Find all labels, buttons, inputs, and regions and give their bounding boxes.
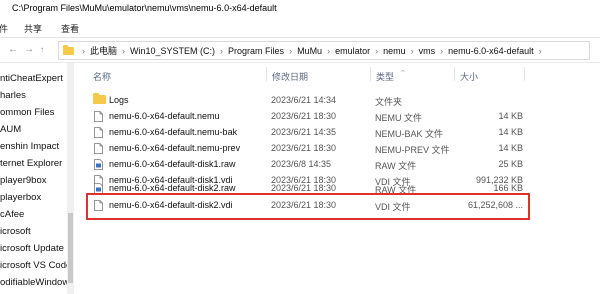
file-size: 166 KB xyxy=(493,183,523,193)
highlight-box xyxy=(86,193,530,220)
file-date: 2023/6/21 18:30 xyxy=(271,143,337,153)
navigation-bar: ← → ↑ › 此电脑 › Win10_SYSTEM (C:) › Program Fil… xyxy=(0,38,600,63)
breadcrumb-vms[interactable]: vms xyxy=(419,46,436,56)
navigation-pane: ntiCheatExpert harles ommon Files AUM en… xyxy=(0,63,68,294)
breadcrumb-mumu[interactable]: MuMu xyxy=(297,46,322,56)
tab-share[interactable]: 共享 xyxy=(24,22,42,35)
file-size: 14 KB xyxy=(498,127,523,137)
list-item[interactable]: nemu-6.0-x64-default.nemu-bak 2023/6/21 … xyxy=(93,125,523,141)
file-name: nemu-6.0-x64-default-disk2.raw xyxy=(109,183,236,193)
sort-chevron-icon: ⌃ xyxy=(400,70,406,77)
breadcrumb-this-pc[interactable]: 此电脑 xyxy=(90,46,117,56)
sidebar-item[interactable]: cAfee xyxy=(0,209,24,220)
file-type: NEMU-PREV 文件 xyxy=(375,145,450,155)
file-name: nemu-6.0-x64-default-disk1.raw xyxy=(109,159,236,169)
sidebar-item[interactable]: ntiCheatExpert xyxy=(0,73,63,84)
sidebar-item[interactable]: harles xyxy=(0,90,26,101)
column-header-date[interactable]: 修改日期 xyxy=(272,70,308,83)
file-date: 2023/6/21 14:34 xyxy=(271,95,337,105)
list-item[interactable]: nemu-6.0-x64-default-disk1.raw 2023/6/8 … xyxy=(93,157,523,173)
up-icon[interactable]: ↑ xyxy=(40,45,44,54)
file-list: ⌃ 名称 修改日期 类型 大小 Logs 2023/6/21 14:34 文件夹… xyxy=(76,63,600,294)
file-name: nemu-6.0-x64-default.nemu-bak xyxy=(109,127,238,137)
breadcrumb-c-drive[interactable]: Win10_SYSTEM (C:) xyxy=(130,46,215,56)
back-icon[interactable]: ← xyxy=(8,44,18,55)
ribbon-tabs: 件 共享 查看 xyxy=(0,18,600,38)
file-icon xyxy=(94,127,103,138)
tab-view[interactable]: 查看 xyxy=(61,22,79,35)
file-date: 2023/6/21 18:30 xyxy=(271,183,337,193)
list-item[interactable]: Logs 2023/6/21 14:34 文件夹 xyxy=(93,93,523,109)
tab-file[interactable]: 件 xyxy=(0,22,8,35)
file-type: NEMU 文件 xyxy=(375,113,422,123)
address-bar[interactable]: › 此电脑 › Win10_SYSTEM (C:) › Program Files › MuM… xyxy=(58,41,590,60)
sidebar-item[interactable]: icrosoft xyxy=(0,226,31,237)
column-header-name[interactable]: 名称 xyxy=(93,70,111,83)
file-type: 文件夹 xyxy=(375,97,403,107)
column-header-type[interactable]: 类型 xyxy=(376,70,394,83)
file-date: 2023/6/21 14:35 xyxy=(271,127,337,137)
breadcrumb-current[interactable]: nemu-6.0-x64-default xyxy=(448,46,534,56)
column-divider[interactable] xyxy=(266,67,267,81)
folder-icon xyxy=(63,45,74,55)
sidebar-item[interactable]: ommon Files xyxy=(0,107,54,118)
file-type: NEMU-BAK 文件 xyxy=(375,129,444,139)
sidebar-item[interactable]: AUM xyxy=(0,124,21,135)
title-bar: C:\Program Files\MuMu\emulator\nemu\vms\… xyxy=(0,0,600,18)
folder-icon xyxy=(93,93,106,104)
column-divider[interactable] xyxy=(524,67,525,81)
file-icon xyxy=(94,143,103,154)
breadcrumb: › 此电脑 › Win10_SYSTEM (C:) › Program Files › MuM… xyxy=(63,44,547,57)
column-divider[interactable] xyxy=(370,67,371,81)
file-type: RAW 文件 xyxy=(375,161,417,171)
file-name: nemu-6.0-x64-default.nemu-prev xyxy=(109,143,241,153)
list-item[interactable]: nemu-6.0-x64-default.nemu-prev 2023/6/21… xyxy=(93,141,523,157)
sidebar-item[interactable]: player9box xyxy=(0,175,46,186)
forward-icon[interactable]: → xyxy=(24,44,34,55)
file-icon xyxy=(94,111,103,122)
file-date: 2023/6/8 14:35 xyxy=(271,159,332,169)
breadcrumb-emulator[interactable]: emulator xyxy=(335,46,370,56)
breadcrumb-program-files[interactable]: Program Files xyxy=(228,46,284,56)
scrollbar-thumb[interactable] xyxy=(68,213,73,283)
column-header-size[interactable]: 大小 xyxy=(460,70,478,83)
sidebar-item[interactable]: odifiableWindow xyxy=(0,277,68,288)
sidebar-item[interactable]: icrosoft VS Code xyxy=(0,260,68,271)
sidebar-item[interactable]: icrosoft Update xyxy=(0,243,64,254)
file-size: 25 KB xyxy=(498,159,523,169)
file-name: nemu-6.0-x64-default.nemu xyxy=(109,111,220,121)
file-date: 2023/6/21 18:30 xyxy=(271,111,337,121)
breadcrumb-nemu[interactable]: nemu xyxy=(383,46,406,56)
column-divider[interactable] xyxy=(454,67,455,81)
file-size: 14 KB xyxy=(498,143,523,153)
file-size: 14 KB xyxy=(498,111,523,121)
sidebar-item[interactable]: enshin Impact xyxy=(0,141,59,152)
list-item[interactable]: nemu-6.0-x64-default.nemu 2023/6/21 18:3… xyxy=(93,109,523,125)
file-name: Logs xyxy=(109,95,129,105)
sidebar-item[interactable]: playerbox xyxy=(0,192,41,203)
window-title: C:\Program Files\MuMu\emulator\nemu\vms\… xyxy=(12,3,277,13)
raw-file-icon xyxy=(94,159,103,170)
sidebar-scrollbar[interactable] xyxy=(67,63,74,294)
sidebar-item[interactable]: ternet Explorer xyxy=(0,158,62,169)
